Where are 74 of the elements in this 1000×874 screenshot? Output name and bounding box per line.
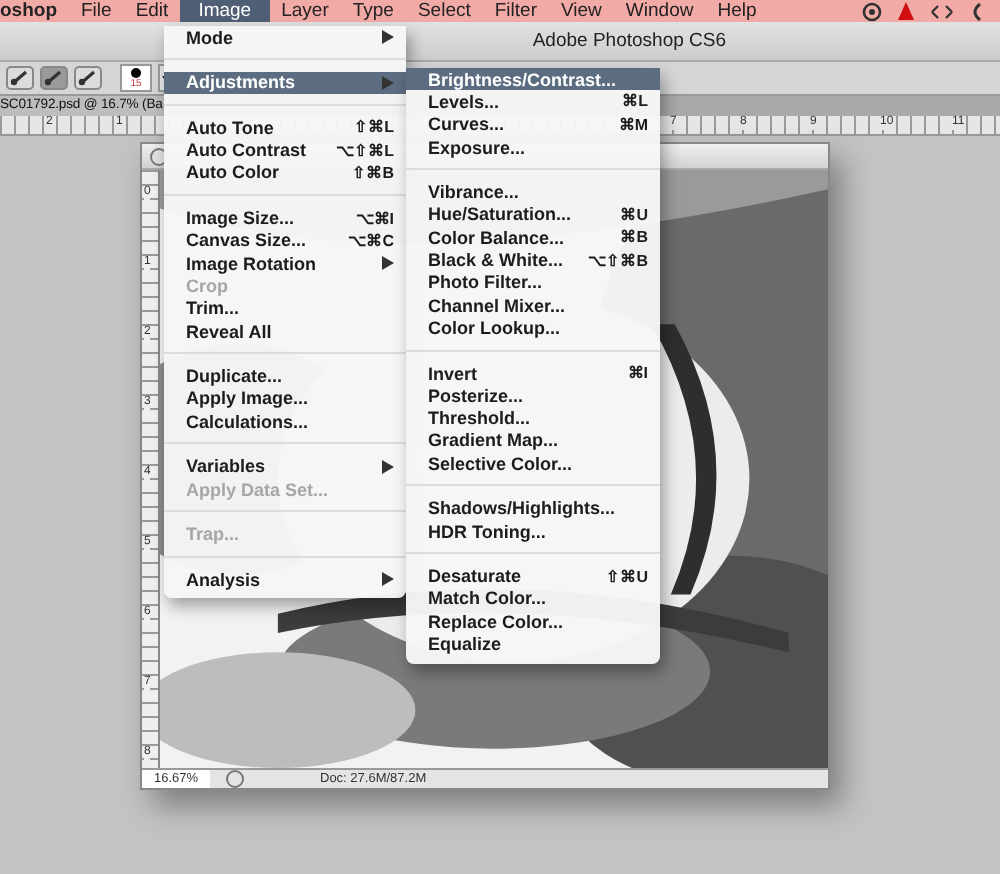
menu-bar-item[interactable]: File bbox=[69, 0, 124, 22]
menu-item[interactable]: Exposure... bbox=[406, 135, 660, 159]
menu-item[interactable]: Equalize bbox=[406, 632, 660, 656]
submenu-arrow-icon bbox=[382, 459, 394, 474]
menu-item[interactable]: Mode bbox=[164, 26, 406, 49]
crescent-icon[interactable] bbox=[968, 1, 984, 21]
menu-item[interactable]: Invert ⌘I bbox=[406, 361, 660, 385]
info-button[interactable] bbox=[226, 770, 244, 788]
submenu-arrow-icon bbox=[382, 30, 394, 45]
menu-item[interactable]: Desaturate ⇧⌘U bbox=[406, 565, 660, 588]
menu-bar-item[interactable]: Select bbox=[405, 0, 483, 22]
shortcut: ⌘B bbox=[620, 228, 648, 247]
submenu-arrow-icon bbox=[382, 572, 394, 587]
menu-bar-item[interactable]: Image bbox=[180, 0, 270, 22]
menu-item[interactable]: Apply Image... bbox=[164, 387, 406, 411]
menu-item[interactable]: Image Size... ⌥⌘I bbox=[164, 206, 406, 230]
menu-bar-item[interactable]: View bbox=[549, 0, 614, 22]
brush-mode-icon[interactable] bbox=[6, 66, 34, 90]
arrows-icon[interactable] bbox=[930, 1, 954, 21]
menu-item[interactable]: Replace Color... bbox=[406, 610, 660, 633]
menu-item[interactable]: Auto Color ⇧⌘B bbox=[164, 161, 406, 185]
shortcut: ⌥⌘C bbox=[348, 231, 394, 250]
menu-item[interactable]: Brightness/Contrast... bbox=[406, 68, 660, 91]
status-icon[interactable] bbox=[862, 1, 882, 21]
menu-item[interactable]: Hue/Saturation... ⌘U bbox=[406, 203, 660, 227]
menu-item[interactable]: Adjustments bbox=[164, 71, 406, 94]
brush-tip-icon bbox=[130, 68, 142, 78]
menu-bar-item[interactable]: oshop bbox=[0, 0, 69, 22]
shortcut: ⌥⌘I bbox=[355, 209, 394, 228]
menu-item[interactable]: Match Color... bbox=[406, 587, 660, 611]
menu-item[interactable]: Photo Filter... bbox=[406, 271, 660, 294]
shortcut: ⌘M bbox=[618, 115, 648, 134]
menu-item[interactable]: Analysis bbox=[164, 568, 406, 591]
menu-item[interactable]: Duplicate... bbox=[164, 364, 406, 388]
shortcut: ⇧⌘L bbox=[354, 118, 394, 137]
menu-item[interactable]: Variables bbox=[164, 455, 406, 478]
menu-bar-item[interactable]: Type bbox=[340, 0, 406, 22]
window-title: Adobe Photoshop CS6 bbox=[532, 30, 726, 52]
shortcut: ⌥⇧⌘B bbox=[588, 251, 648, 270]
menu-bar-item[interactable]: Help bbox=[705, 0, 769, 22]
brush-mode-icon[interactable] bbox=[74, 66, 102, 90]
menu-item[interactable]: Image Rotation bbox=[164, 251, 406, 275]
menu-item[interactable]: Threshold... bbox=[406, 406, 660, 430]
menu-bar-item[interactable]: Filter bbox=[482, 0, 549, 22]
shortcut: ⌥⇧⌘L bbox=[336, 141, 394, 160]
menu-item[interactable]: Auto Tone ⇧⌘L bbox=[164, 116, 406, 139]
shortcut: ⌘L bbox=[622, 92, 648, 111]
menu-item[interactable]: HDR Toning... bbox=[406, 519, 660, 543]
menu-item[interactable]: Channel Mixer... bbox=[406, 293, 660, 317]
menu-item[interactable]: Selective Color... bbox=[406, 452, 660, 475]
menu-item[interactable]: Posterize... bbox=[406, 384, 660, 407]
submenu-arrow-icon bbox=[382, 75, 394, 90]
menu-item[interactable]: Auto Contrast ⌥⇧⌘L bbox=[164, 138, 406, 162]
menu-item[interactable]: Shadows/Highlights... bbox=[406, 497, 660, 520]
menu-bar-item[interactable]: Window bbox=[613, 0, 706, 22]
menu-bar-item[interactable]: Layer bbox=[269, 0, 341, 22]
menu-item[interactable]: Vibrance... bbox=[406, 180, 660, 204]
shortcut: ⌘I bbox=[627, 364, 648, 382]
shortcut: ⌘U bbox=[620, 205, 648, 224]
shortcut: ⇧⌘B bbox=[352, 163, 394, 182]
menu-item[interactable]: Color Balance... ⌘B bbox=[406, 226, 660, 249]
menu-bar-item[interactable]: Edit bbox=[123, 0, 181, 22]
brush-mode-icon[interactable] bbox=[40, 66, 68, 90]
menu-item[interactable]: Calculations... bbox=[164, 410, 406, 433]
menu-item[interactable]: Gradient Map... bbox=[406, 429, 660, 453]
menu-item[interactable]: Canvas Size... ⌥⌘C bbox=[164, 229, 406, 252]
menu-item[interactable]: Reveal All bbox=[164, 319, 406, 343]
shortcut: ⇧⌘U bbox=[606, 567, 648, 586]
submenu-arrow-icon bbox=[382, 256, 394, 271]
menu-item[interactable]: Curves... ⌘M bbox=[406, 113, 660, 136]
menu-item[interactable]: Levels... ⌘L bbox=[406, 90, 660, 114]
menu-item[interactable]: Color Lookup... bbox=[406, 316, 660, 340]
menu-item[interactable]: Black & White... ⌥⇧⌘B bbox=[406, 248, 660, 272]
menu-item[interactable]: Trim... bbox=[164, 297, 406, 320]
